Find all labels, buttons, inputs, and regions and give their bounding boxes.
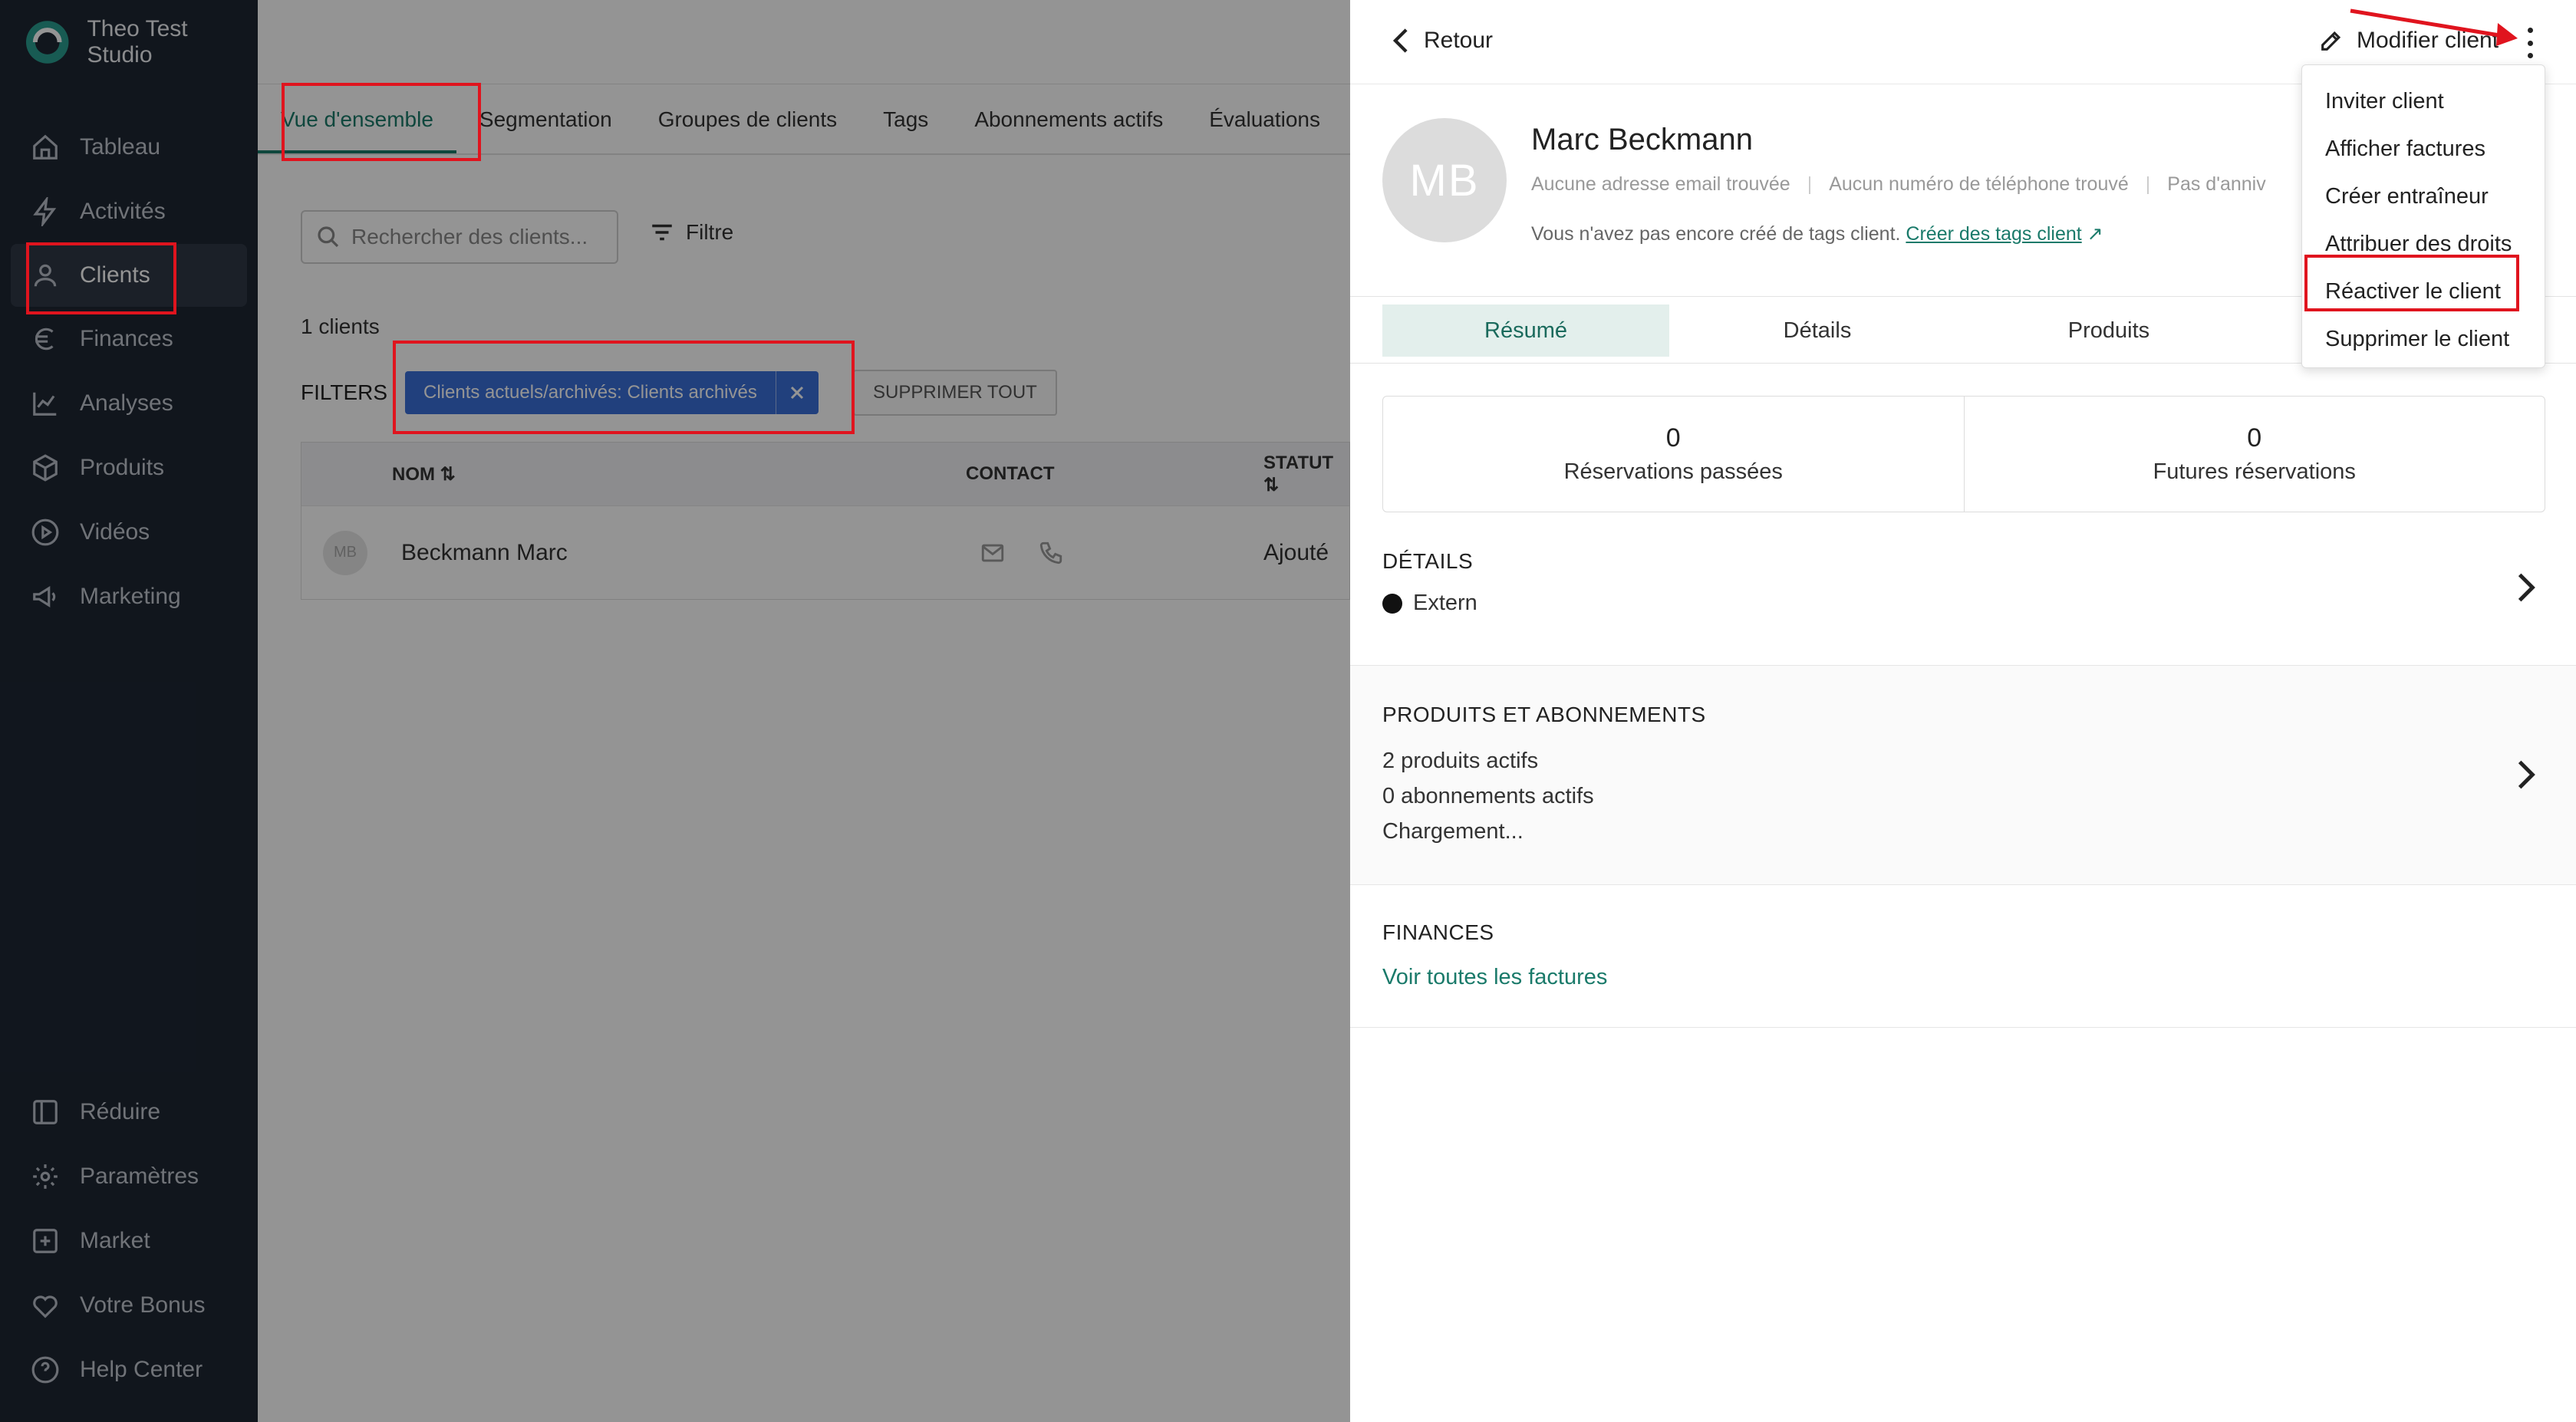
avatar: MB (1382, 118, 1507, 242)
loading-line: Chargement... (1382, 819, 1524, 844)
tab-produits[interactable]: Produits (1965, 304, 2252, 357)
section-title: FINANCES (1382, 920, 1494, 944)
annotation-box-tab (282, 83, 481, 161)
separator: | (2145, 173, 2151, 195)
section-title: PRODUITS ET ABONNEMENTS (1382, 703, 1706, 726)
pencil-icon (2321, 31, 2341, 51)
details-section[interactable]: DÉTAILS Extern (1350, 531, 2576, 666)
chevron-left-icon (1392, 28, 1408, 53)
separator: | (1807, 173, 1813, 195)
back-button[interactable]: Retour (1390, 28, 1493, 54)
view-invoices-link[interactable]: Voir toutes les factures (1382, 965, 1607, 990)
stat-future-reservations: 0 Futures réservations (1963, 397, 2545, 512)
stat-value: 0 (1665, 423, 1681, 453)
options-dropdown: Inviter client Afficher factures Créer e… (2301, 64, 2545, 368)
chevron-right-icon[interactable] (2515, 759, 2538, 790)
stat-label: Futures réservations (2153, 459, 2356, 484)
annotation-box-clients (26, 242, 176, 314)
back-label: Retour (1424, 28, 1494, 53)
menu-item-invoices[interactable]: Afficher factures (2302, 125, 2545, 173)
client-email: Aucune adresse email trouvée (1531, 173, 1790, 195)
annotation-arrow-icon (2350, 8, 2518, 46)
menu-item-create-trainer[interactable]: Créer entraîneur (2302, 173, 2545, 220)
tab-resume[interactable]: Résumé (1382, 304, 1669, 357)
annotation-box-filter-chip (393, 341, 855, 434)
menu-item-invite[interactable]: Inviter client (2302, 77, 2545, 125)
stat-label: Réservations passées (1563, 459, 1783, 484)
dot-icon (1382, 594, 1402, 614)
annotation-box-reactivate (2304, 255, 2519, 311)
subscriptions-line: 0 abonnements actifs (1382, 784, 1594, 808)
tags-text: Vous n'avez pas encore créé de tags clie… (1531, 223, 1901, 245)
finances-section: FINANCES Voir toutes les factures (1350, 885, 2576, 1028)
details-tag: Extern (1382, 591, 1477, 616)
products-section[interactable]: PRODUITS ET ABONNEMENTS 2 produits actif… (1350, 666, 2576, 885)
stat-value: 0 (2247, 423, 2262, 453)
section-title: DÉTAILS (1382, 549, 1474, 573)
reservation-stats: 0 Réservations passées 0 Futures réserva… (1382, 396, 2545, 512)
products-line: 2 produits actifs (1382, 749, 1539, 773)
create-tags-link[interactable]: Créer des tags client (1906, 223, 2081, 245)
client-phone: Aucun numéro de téléphone trouvé (1829, 173, 2129, 195)
stat-past-reservations: 0 Réservations passées (1383, 397, 1964, 512)
menu-item-delete[interactable]: Supprimer le client (2302, 315, 2545, 363)
more-options-button[interactable] (2522, 28, 2538, 58)
client-meta: Aucune adresse email trouvée | Aucun num… (1531, 173, 2266, 196)
tags-line: Vous n'avez pas encore créé de tags clie… (1531, 222, 2103, 245)
client-name: Marc Beckmann (1531, 123, 1753, 156)
chevron-right-icon[interactable] (2515, 572, 2538, 603)
external-link-icon: ↗ (2087, 223, 2103, 245)
client-birthday: Pas d'anniv (2167, 173, 2266, 195)
tab-details[interactable]: Détails (1674, 304, 1961, 357)
modal-backdrop[interactable] (0, 0, 1350, 1422)
details-tag-label: Extern (1413, 591, 1477, 615)
